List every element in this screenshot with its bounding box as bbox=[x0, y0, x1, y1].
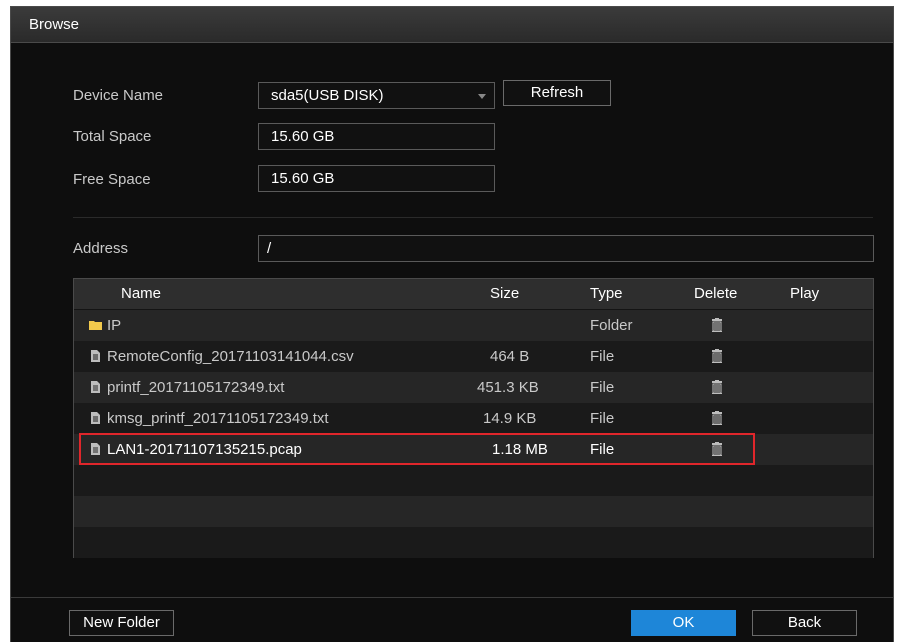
total-space-field: 15.60 GB bbox=[258, 123, 495, 150]
file-type: Folder bbox=[590, 317, 633, 334]
ok-button[interactable]: OK bbox=[631, 610, 736, 636]
table-row[interactable]: RemoteConfig_20171103141044.csv 464 B Fi… bbox=[74, 341, 873, 372]
column-header-delete: Delete bbox=[694, 285, 738, 302]
file-type: File bbox=[590, 379, 615, 396]
device-name-label: Device Name bbox=[73, 87, 164, 104]
table-header: Name Size Type Delete Play bbox=[74, 279, 873, 309]
file-size: 14.9 KB bbox=[483, 410, 537, 427]
empty-row bbox=[74, 465, 873, 496]
free-space-label: Free Space bbox=[73, 171, 151, 188]
file-table: Name Size Type Delete Play IP Folder Rem… bbox=[73, 278, 874, 558]
trash-icon[interactable] bbox=[711, 318, 723, 332]
column-header-play: Play bbox=[790, 285, 820, 302]
file-icon bbox=[91, 412, 100, 424]
file-type: File bbox=[590, 410, 615, 427]
column-header-type[interactable]: Type bbox=[590, 285, 623, 302]
file-name: RemoteConfig_20171103141044.csv bbox=[107, 348, 354, 365]
file-type: File bbox=[590, 348, 615, 365]
table-row[interactable]: IP Folder bbox=[74, 310, 873, 341]
dialog-titlebar: Browse bbox=[11, 7, 893, 43]
file-name: IP bbox=[107, 317, 122, 334]
trash-icon[interactable] bbox=[711, 349, 723, 363]
selection-highlight bbox=[79, 433, 755, 465]
empty-row bbox=[74, 527, 873, 558]
trash-icon[interactable] bbox=[711, 411, 723, 425]
dialog-footer: New Folder OK Back bbox=[11, 597, 893, 642]
total-space-label: Total Space bbox=[73, 128, 152, 145]
dialog-title: Browse bbox=[29, 16, 80, 33]
file-icon bbox=[91, 350, 100, 362]
chevron-down-icon bbox=[478, 94, 486, 99]
table-row[interactable]: printf_20171105172349.txt 451.3 KB File bbox=[74, 372, 873, 403]
refresh-button[interactable]: Refresh bbox=[503, 80, 611, 106]
browse-dialog: Browse Device Name sda5(USB DISK) Refres… bbox=[10, 6, 894, 642]
back-button[interactable]: Back bbox=[752, 610, 857, 636]
column-header-size[interactable]: Size bbox=[490, 285, 519, 302]
free-space-field: 15.60 GB bbox=[258, 165, 495, 192]
address-label: Address bbox=[73, 240, 129, 257]
section-divider bbox=[73, 217, 873, 218]
file-name: kmsg_printf_20171105172349.txt bbox=[107, 410, 329, 427]
file-name: printf_20171105172349.txt bbox=[107, 379, 285, 396]
device-name-value: sda5(USB DISK) bbox=[271, 87, 384, 104]
empty-row bbox=[74, 496, 873, 527]
table-row[interactable]: kmsg_printf_20171105172349.txt 14.9 KB F… bbox=[74, 403, 873, 434]
file-size: 464 B bbox=[490, 348, 530, 365]
file-icon bbox=[91, 381, 100, 393]
device-name-select[interactable]: sda5(USB DISK) bbox=[258, 82, 495, 109]
file-size: 451.3 KB bbox=[477, 379, 539, 396]
folder-icon bbox=[89, 321, 102, 330]
column-header-name[interactable]: Name bbox=[121, 285, 161, 302]
new-folder-button[interactable]: New Folder bbox=[69, 610, 174, 636]
address-field[interactable]: / bbox=[258, 235, 874, 262]
trash-icon[interactable] bbox=[711, 380, 723, 394]
